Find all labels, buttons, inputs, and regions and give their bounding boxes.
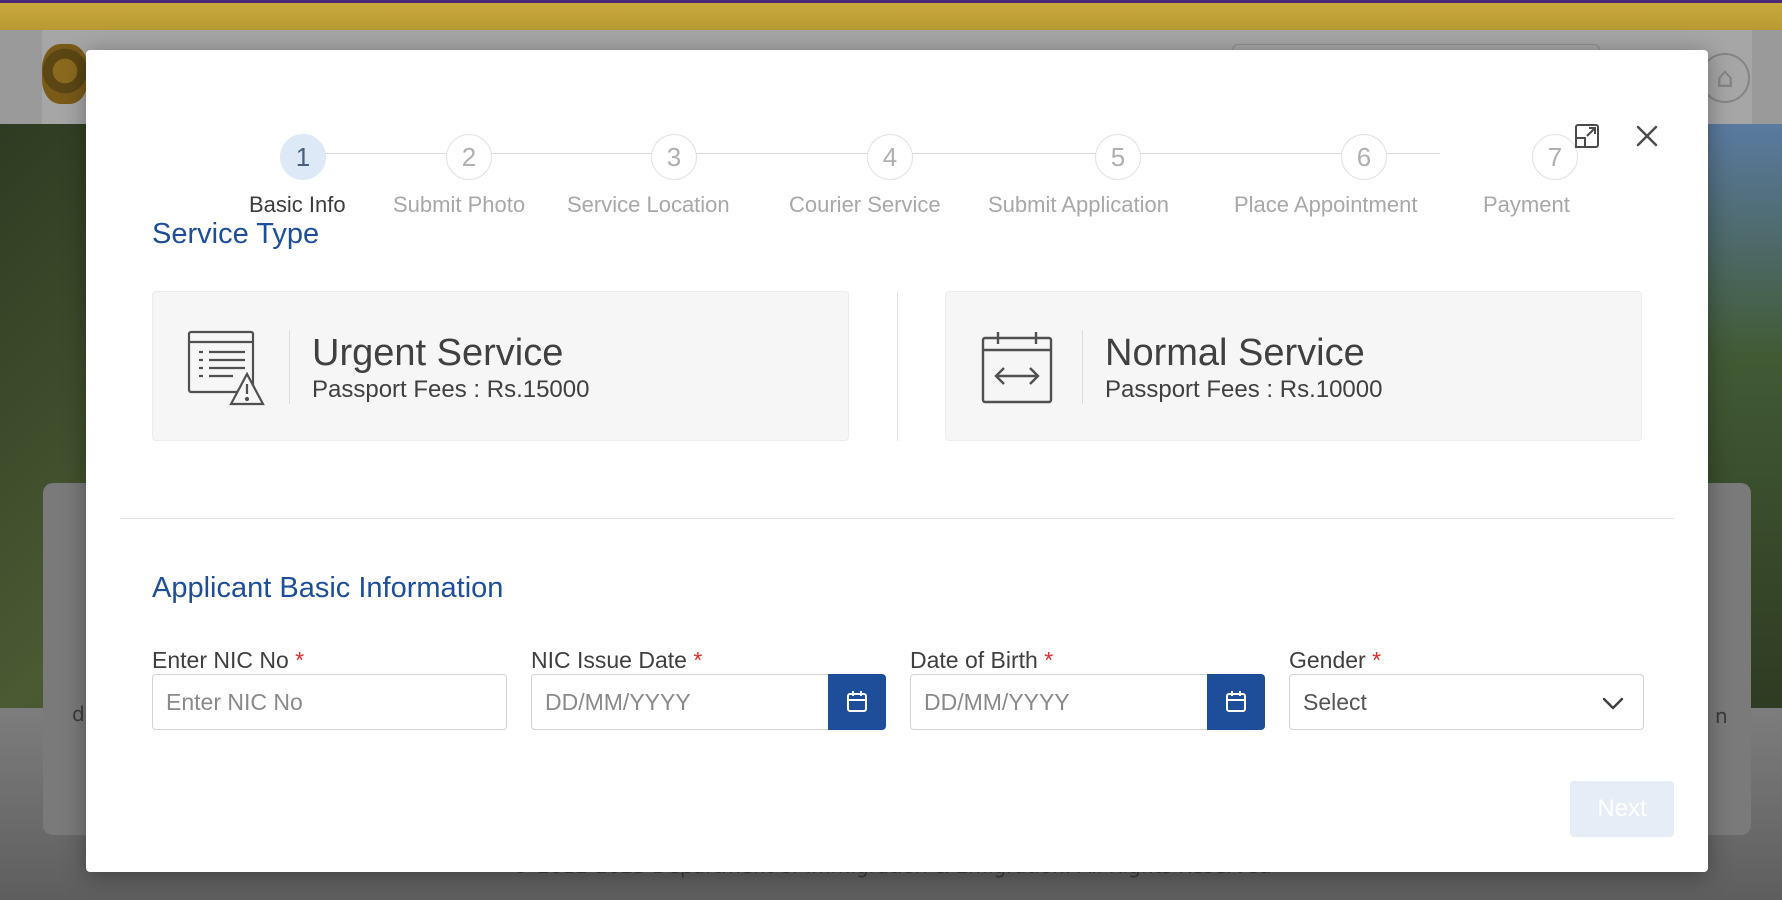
required-mark: * [295, 647, 305, 673]
gender-label: Gender * [1289, 647, 1381, 674]
step-label: Payment [1483, 192, 1570, 217]
gender-select[interactable]: Select [1289, 674, 1644, 730]
chevron-down-icon [1602, 697, 1624, 710]
applicant-info-heading: Applicant Basic Information [152, 572, 504, 604]
date-of-birth-calendar-button[interactable] [1207, 674, 1265, 730]
normal-service-card[interactable]: Normal Service Passport Fees : Rs.10000 [945, 291, 1642, 441]
nic-no-field [152, 674, 507, 730]
required-mark: * [1372, 647, 1382, 673]
background-text-fragment-right: n [1715, 704, 1728, 728]
step-label: Submit Photo [393, 192, 526, 217]
top-color-bar [0, 0, 1782, 30]
urgent-document-icon [187, 330, 265, 406]
nic-no-input[interactable] [153, 675, 506, 729]
label-text: Enter NIC No [152, 647, 289, 673]
card-separator [1082, 330, 1083, 404]
background-text-fragment-left: d [72, 702, 85, 726]
step-number: 6 [1341, 134, 1387, 180]
step-number: 4 [867, 134, 913, 180]
label-text: NIC Issue Date [531, 647, 687, 673]
date-of-birth-input[interactable] [911, 675, 1209, 729]
label-text: Date of Birth [910, 647, 1038, 673]
calendar-icon [847, 691, 867, 712]
national-emblem-logo [42, 44, 88, 104]
date-of-birth-field [910, 674, 1210, 730]
service-cards-divider [897, 291, 898, 441]
step-number: 3 [651, 134, 697, 180]
nic-no-label: Enter NIC No * [152, 647, 304, 674]
label-text: Gender [1289, 647, 1366, 673]
expand-icon[interactable] [1570, 119, 1604, 153]
service-fees: Passport Fees : Rs.10000 [1105, 376, 1383, 403]
step-label: Service Location [567, 192, 730, 217]
close-icon[interactable] [1630, 119, 1664, 153]
urgent-service-card[interactable]: Urgent Service Passport Fees : Rs.15000 [152, 291, 849, 441]
service-title: Normal Service [1105, 332, 1365, 374]
step-number: 2 [446, 134, 492, 180]
service-type-heading: Service Type [152, 218, 320, 250]
required-mark: * [693, 647, 703, 673]
service-fees: Passport Fees : Rs.15000 [312, 376, 590, 403]
service-title: Urgent Service [312, 332, 564, 374]
progress-stepper: 1 Basic Info 2 Submit Photo 3 Service Lo… [146, 92, 1636, 217]
step-label: Submit Application [988, 192, 1169, 217]
section-divider [120, 518, 1674, 519]
step-label: Basic Info [249, 192, 346, 217]
calendar-range-icon [980, 330, 1058, 406]
nic-issue-date-field [531, 674, 831, 730]
step-number: 5 [1095, 134, 1141, 180]
required-mark: * [1044, 647, 1054, 673]
date-of-birth-label: Date of Birth * [910, 647, 1053, 674]
next-button[interactable]: Next [1570, 781, 1674, 837]
gender-selected-value: Select [1303, 689, 1367, 715]
step-label: Courier Service [789, 192, 941, 217]
nic-issue-date-calendar-button[interactable] [828, 674, 886, 730]
step-number: 1 [280, 134, 326, 180]
application-modal: 1 Basic Info 2 Submit Photo 3 Service Lo… [86, 50, 1708, 872]
nic-issue-date-label: NIC Issue Date * [531, 647, 702, 674]
nic-issue-date-input[interactable] [532, 675, 830, 729]
card-separator [289, 330, 290, 404]
calendar-icon [1226, 691, 1246, 712]
step-label: Place Appointment [1234, 192, 1418, 217]
